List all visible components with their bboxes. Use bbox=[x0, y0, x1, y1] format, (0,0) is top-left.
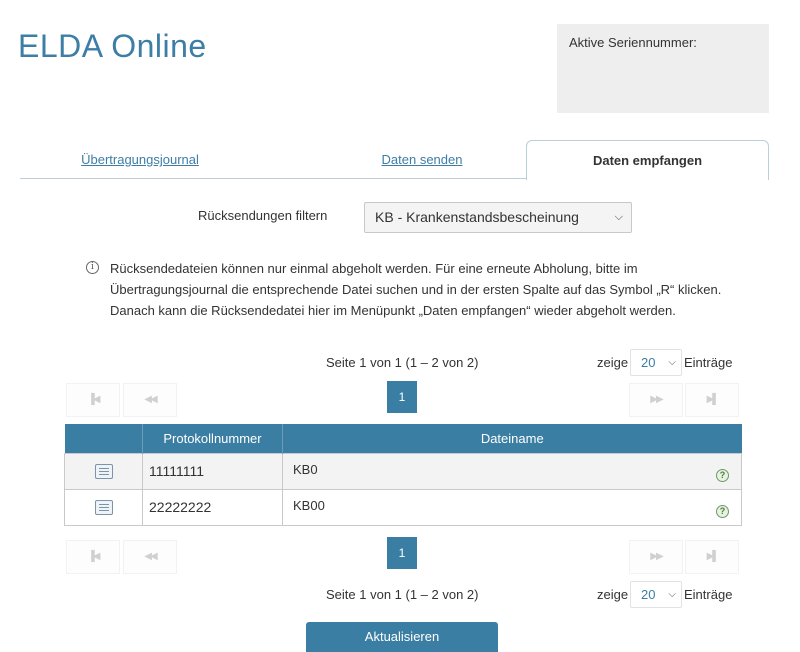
next-page-button-bottom[interactable]: ▶▶ bbox=[629, 540, 683, 574]
filter-label: Rücksendungen filtern bbox=[198, 208, 328, 223]
return-filter-select[interactable]: KB - Krankenstandsbescheinung ⌵ bbox=[364, 202, 632, 233]
info-line-1: Rücksendedateien können nur einmal abgeh… bbox=[110, 261, 638, 276]
table-row: 22222222 KB00 ? bbox=[64, 488, 742, 526]
filter-selected-value: KB - Krankenstandsbescheinung bbox=[375, 209, 579, 225]
prev-page-button-bottom[interactable]: ◀◀ bbox=[123, 540, 177, 574]
page-info-bottom: Seite 1 von 1 (1 – 2 von 2) bbox=[326, 587, 479, 602]
return-files-table: Protokollnummer Dateiname 11111111 KB0 ?… bbox=[64, 424, 742, 526]
column-header-protocol-number: Protokollnummer bbox=[142, 424, 283, 453]
entries-label-top: Einträge bbox=[684, 355, 733, 370]
tab-bar: Übertragungsjournal Daten senden Daten e… bbox=[20, 140, 769, 180]
per-page-value-bottom: 20 bbox=[641, 587, 656, 602]
per-page-select-bottom[interactable]: 20 ⌵ bbox=[630, 581, 682, 608]
app-title: ELDA Online bbox=[18, 28, 207, 64]
protocol-number-cell: 22222222 bbox=[142, 488, 283, 526]
tab-send-data-link[interactable]: Daten senden bbox=[382, 152, 463, 167]
refresh-button[interactable]: Aktualisieren bbox=[306, 622, 498, 652]
row-action-cell[interactable] bbox=[64, 452, 143, 490]
first-page-button-top[interactable]: ▐◀ bbox=[66, 383, 120, 417]
help-icon[interactable]: ? bbox=[716, 468, 729, 482]
document-icon[interactable] bbox=[94, 500, 113, 516]
column-header-icon bbox=[64, 424, 143, 453]
tab-transfer-journal-link[interactable]: Übertragungsjournal bbox=[81, 152, 199, 167]
chevron-down-icon: ⌵ bbox=[668, 357, 676, 368]
table-row: 11111111 KB0 ? bbox=[64, 452, 742, 490]
info-line-3: Danach kann die Rücksendedatei hier im M… bbox=[110, 303, 676, 318]
entries-label-bottom: Einträge bbox=[684, 587, 733, 602]
prev-page-button-top[interactable]: ◀◀ bbox=[123, 383, 177, 417]
chevron-down-icon: ⌵ bbox=[614, 211, 623, 223]
show-label-bottom: zeige bbox=[597, 587, 629, 602]
per-page-value-top: 20 bbox=[641, 355, 656, 370]
first-page-button-bottom[interactable]: ▐◀ bbox=[66, 540, 120, 574]
tab-receive-data[interactable]: Daten empfangen bbox=[526, 140, 769, 180]
tab-send-data[interactable]: Daten senden bbox=[302, 140, 542, 179]
file-name-cell: KB00 ? bbox=[282, 488, 742, 526]
help-icon[interactable]: ? bbox=[716, 504, 729, 518]
info-message: Rücksendedateien können nur einmal abgeh… bbox=[110, 258, 750, 321]
info-line-2: Übertragungsjournal die entsprechende Da… bbox=[110, 282, 722, 297]
chevron-down-icon: ⌵ bbox=[668, 589, 676, 600]
current-page-button-bottom[interactable]: 1 bbox=[387, 537, 417, 569]
tab-transfer-journal[interactable]: Übertragungsjournal bbox=[20, 140, 260, 179]
serial-number-label: Aktive Seriennummer: bbox=[569, 35, 697, 50]
document-icon[interactable] bbox=[94, 464, 113, 480]
row-action-cell[interactable] bbox=[64, 488, 143, 526]
file-name: KB0 bbox=[293, 461, 318, 477]
last-page-button-bottom[interactable]: ▶▌ bbox=[685, 540, 739, 574]
info-icon: i bbox=[86, 261, 99, 274]
file-name: KB00 bbox=[293, 497, 325, 513]
page-info-top: Seite 1 von 1 (1 – 2 von 2) bbox=[326, 355, 479, 370]
column-header-file-name: Dateiname bbox=[282, 424, 742, 453]
file-name-cell: KB0 ? bbox=[282, 452, 742, 490]
last-page-button-top[interactable]: ▶▌ bbox=[685, 383, 739, 417]
show-label-top: zeige bbox=[597, 355, 629, 370]
table-header-row: Protokollnummer Dateiname bbox=[64, 424, 742, 453]
next-page-button-top[interactable]: ▶▶ bbox=[629, 383, 683, 417]
per-page-select-top[interactable]: 20 ⌵ bbox=[630, 349, 682, 376]
current-page-button-top[interactable]: 1 bbox=[387, 381, 417, 413]
serial-number-panel: Aktive Seriennummer: bbox=[557, 24, 769, 113]
protocol-number-cell: 11111111 bbox=[142, 452, 283, 490]
